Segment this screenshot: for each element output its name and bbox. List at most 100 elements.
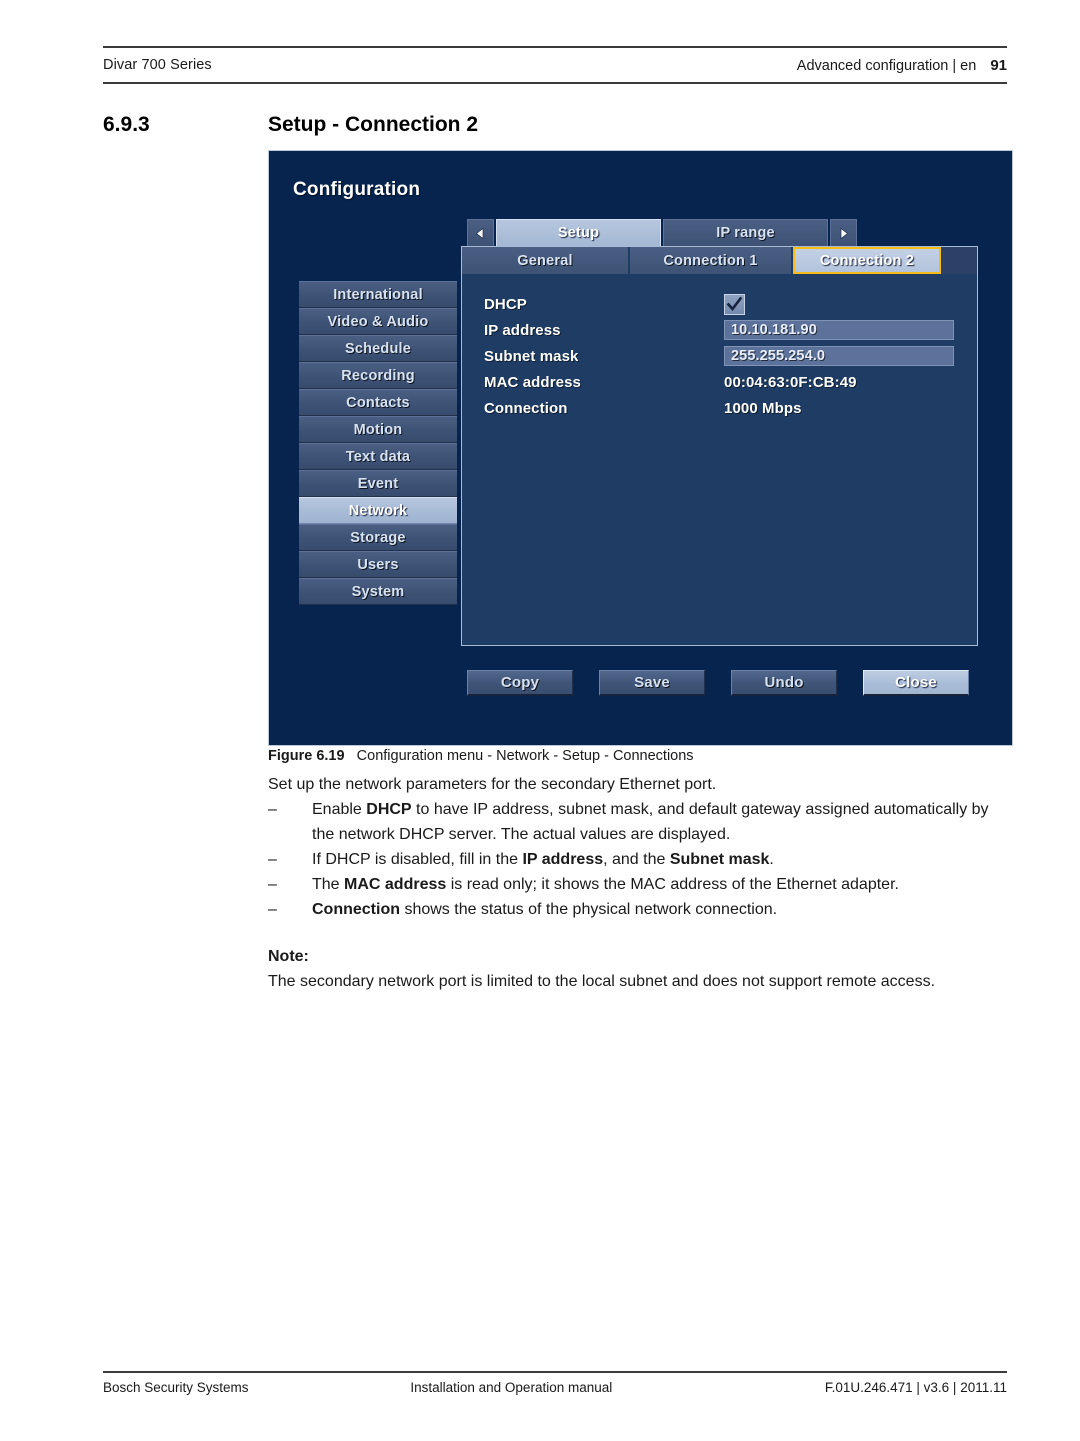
subnet-mask-input[interactable]: 255.255.254.0 — [724, 346, 954, 366]
sidebar-item-label: Users — [357, 556, 399, 573]
subtab-connection-1-label: Connection 1 — [663, 252, 758, 269]
field-row-connection: Connection 1000 Mbps — [484, 395, 977, 421]
sidebar-item-users[interactable]: Users — [299, 551, 457, 578]
copy-button-label: Copy — [500, 674, 540, 691]
document-page: Divar 700 Series Advanced configuration … — [0, 0, 1080, 1441]
sidebar-item-text-data[interactable]: Text data — [299, 443, 457, 470]
subtab-connection-2[interactable]: Connection 2 — [793, 247, 941, 274]
body-lead: Set up the network parameters for the se… — [268, 776, 717, 793]
dhcp-checkbox[interactable] — [724, 293, 745, 315]
body-bullet: – If DHCP is disabled, fill in the IP add… — [268, 847, 1008, 872]
left-arrow-icon[interactable] — [467, 219, 494, 247]
field-row-subnet-mask: Subnet mask 255.255.254.0 — [484, 343, 977, 369]
sidebar-item-label: System — [351, 583, 405, 600]
figure-caption-text: Configuration menu - Network - Setup - C… — [356, 748, 694, 764]
body-bullet-list: – Enable DHCP to have IP address, subnet … — [268, 797, 1008, 922]
configuration-screenshot: Configuration International Video & Audio… — [268, 150, 1013, 746]
page-footer: Bosch Security Systems Installation and … — [103, 1371, 1007, 1395]
dialog-button-row: Copy Save Undo Close — [467, 670, 977, 696]
sidebar-item-label: Schedule — [344, 340, 412, 357]
subnet-mask-label: Subnet mask — [484, 347, 579, 365]
connection-label: Connection — [484, 399, 568, 417]
bullet-text: The MAC address is read only; it shows t… — [312, 876, 899, 893]
undo-button-label: Undo — [764, 674, 804, 691]
figure-caption: Figure 6.19 Configuration menu - Network… — [268, 748, 1008, 764]
body-bullet: – The MAC address is read only; it shows … — [268, 872, 1008, 897]
sidebar-item-label: Event — [357, 475, 399, 492]
dhcp-label: DHCP — [484, 295, 527, 313]
page-header: Divar 700 Series Advanced configuration … — [103, 46, 1007, 84]
settings-dialog: General Connection 1 Connection 2 DHCP I… — [461, 246, 978, 646]
field-row-mac-address: MAC address 00:04:63:0F:CB:49 — [484, 369, 977, 395]
bullet-text: Enable DHCP to have IP address, subnet m… — [312, 801, 989, 843]
subtab-general[interactable]: General — [462, 247, 630, 274]
figure-number: 6.19 — [316, 748, 345, 764]
bullet-text: Connection shows the status of the physi… — [312, 901, 778, 918]
right-arrow-icon[interactable] — [830, 219, 857, 247]
body-bullet: – Enable DHCP to have IP address, subnet … — [268, 797, 1008, 847]
bullet-dash: – — [268, 851, 277, 868]
save-button-label: Save — [634, 674, 670, 691]
sidebar-item-motion[interactable]: Motion — [299, 416, 457, 443]
copy-button[interactable]: Copy — [467, 670, 573, 696]
tab-setup-label: Setup — [557, 225, 600, 241]
body-bullet: – Connection shows the status of the phys… — [268, 897, 1008, 922]
undo-button[interactable]: Undo — [731, 670, 837, 696]
header-page-number: 91 — [990, 56, 1007, 74]
body-content: Set up the network parameters for the se… — [268, 772, 1008, 994]
tab-ip-range[interactable]: IP range — [663, 219, 828, 247]
sidebar-item-label: International — [333, 286, 423, 303]
ip-address-value: 10.10.181.90 — [731, 322, 817, 338]
bullet-dash: – — [268, 876, 277, 893]
section-number: 6.9.3 — [103, 113, 150, 136]
note-text: The secondary network port is limited to… — [268, 973, 936, 990]
sidebar-item-label: Recording — [341, 367, 415, 384]
figure-label: Figure — [268, 748, 313, 764]
field-row-ip-address: IP address 10.10.181.90 — [484, 317, 977, 343]
sidebar-item-label: Motion — [353, 421, 403, 438]
ip-address-input[interactable]: 10.10.181.90 — [724, 320, 954, 340]
close-button-label: Close — [895, 674, 937, 691]
connection-settings-form: DHCP IP address 10.10.181.90 Subnet mask — [462, 274, 977, 645]
bullet-text: If DHCP is disabled, fill in the IP addr… — [312, 851, 774, 868]
sidebar-item-international[interactable]: International — [299, 281, 457, 308]
sidebar-item-label: Storage — [350, 529, 406, 546]
sidebar-item-storage[interactable]: Storage — [299, 524, 457, 551]
mac-address-value: 00:04:63:0F:CB:49 — [724, 373, 857, 391]
sidebar-item-recording[interactable]: Recording — [299, 362, 457, 389]
sidebar-item-schedule[interactable]: Schedule — [299, 335, 457, 362]
connection-value: 1000 Mbps — [724, 399, 802, 417]
section-heading: 6.9.3 Setup - Connection 2 — [103, 113, 1007, 137]
header-chapter-label: Advanced configuration | en — [796, 57, 977, 74]
sidebar: International Video & Audio Schedule Record… — [299, 281, 457, 605]
field-row-dhcp: DHCP — [484, 291, 977, 317]
sidebar-item-video-audio[interactable]: Video & Audio — [299, 308, 457, 335]
sidebar-item-contacts[interactable]: Contacts — [299, 389, 457, 416]
subtab-connection-2-label: Connection 2 — [819, 252, 915, 269]
page-title: Setup - Connection 2 — [268, 113, 478, 136]
sidebar-item-system[interactable]: System — [299, 578, 457, 605]
ip-address-label: IP address — [484, 321, 561, 339]
sidebar-item-label: Contacts — [346, 394, 410, 411]
footer-company: Bosch Security Systems — [103, 1380, 249, 1395]
header-product-name: Divar 700 Series — [103, 57, 212, 73]
bullet-dash: – — [268, 801, 277, 818]
mac-address-label: MAC address — [484, 373, 581, 391]
bullet-dash: – — [268, 901, 277, 918]
subtab-general-label: General — [517, 252, 573, 269]
footer-manual-title: Installation and Operation manual — [410, 1380, 613, 1395]
save-button[interactable]: Save — [599, 670, 705, 696]
sidebar-item-network[interactable]: Network — [299, 497, 457, 524]
sidebar-item-label: Video & Audio — [327, 313, 429, 330]
tab-setup[interactable]: Setup — [496, 219, 661, 247]
sidebar-item-label: Text data — [345, 448, 411, 465]
subtab-connection-1[interactable]: Connection 1 — [630, 247, 793, 274]
sidebar-item-event[interactable]: Event — [299, 470, 457, 497]
sidebar-item-label: Network — [348, 502, 408, 519]
close-button[interactable]: Close — [863, 670, 969, 696]
subnet-mask-value: 255.255.254.0 — [731, 348, 826, 364]
header-right-group: Advanced configuration | en 91 — [797, 57, 1007, 74]
top-tab-strip: Setup IP range — [467, 219, 867, 247]
screenshot-title: Configuration — [293, 179, 421, 200]
footer-document-id: F.01U.246.471 | v3.6 | 2011.11 — [824, 1380, 1007, 1395]
